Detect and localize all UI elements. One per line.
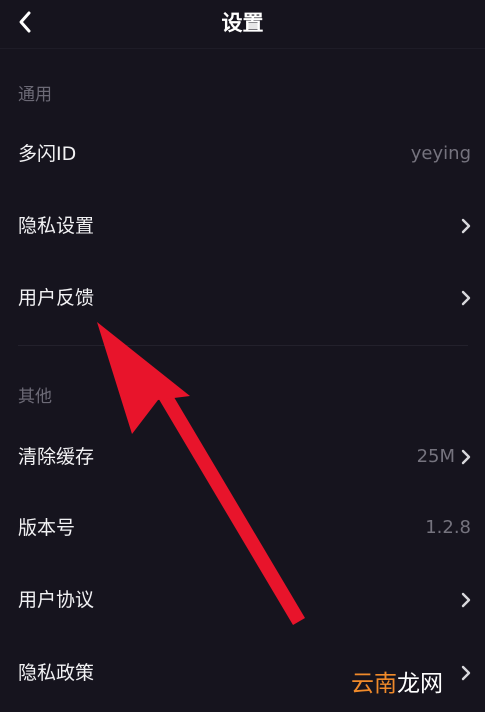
row-label: 用户协议 <box>18 589 95 611</box>
row-duoshan-id[interactable]: 多闪ID yeying <box>0 124 485 184</box>
cache-size-value: 25M <box>416 446 455 467</box>
watermark-accent: 云南 <box>351 671 397 697</box>
chevron-right-icon <box>461 592 471 608</box>
top-bar: 设置 <box>0 0 485 49</box>
watermark: 云南龙网 <box>351 669 443 699</box>
version-value: 1.2.8 <box>425 517 471 538</box>
row-version: 版本号 1.2.8 <box>0 498 485 558</box>
arrow-head <box>97 322 190 434</box>
page-title: 设置 <box>221 11 264 35</box>
section-label-general: 通用 <box>18 85 52 105</box>
chevron-right-icon <box>461 290 471 306</box>
row-label: 多闪ID <box>18 143 77 165</box>
row-label: 用户反馈 <box>18 287 95 309</box>
chevron-right-icon <box>461 449 471 465</box>
chevron-right-icon <box>461 218 471 234</box>
section-label-other: 其他 <box>18 387 52 407</box>
row-label: 隐私设置 <box>18 215 95 237</box>
row-label: 版本号 <box>18 517 76 539</box>
row-label: 隐私政策 <box>18 662 95 684</box>
row-privacy-settings[interactable]: 隐私设置 <box>0 196 485 256</box>
row-clear-cache[interactable]: 清除缓存 25M <box>0 427 485 487</box>
section-divider <box>18 345 468 346</box>
chevron-right-icon <box>461 665 471 681</box>
row-user-feedback[interactable]: 用户反馈 <box>0 268 485 328</box>
duoshan-id-value: yeying <box>410 143 471 164</box>
watermark-rest: 龙网 <box>397 671 443 697</box>
row-label: 清除缓存 <box>18 446 95 468</box>
row-user-agreement[interactable]: 用户协议 <box>0 570 485 630</box>
